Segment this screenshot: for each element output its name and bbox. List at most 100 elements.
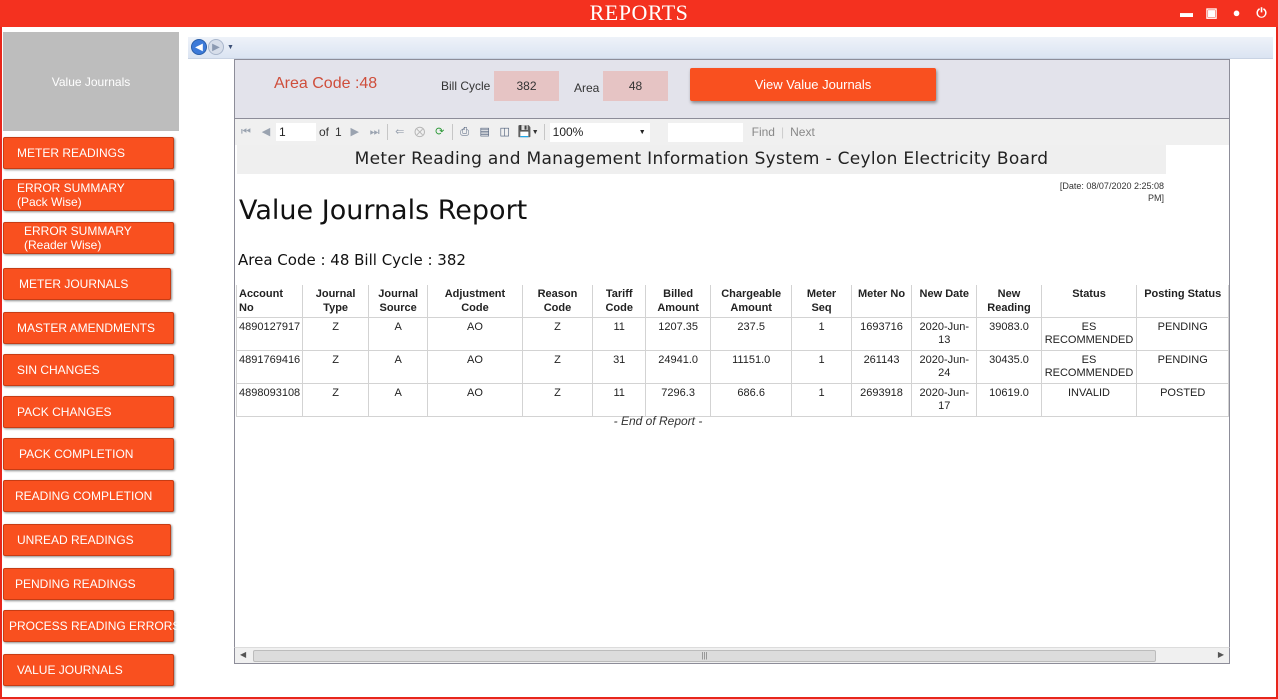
history-dropdown-icon[interactable]: ▼	[227, 44, 234, 51]
cell-tariff-code: 11	[592, 383, 647, 417]
cell-posting-status: PENDING	[1136, 317, 1229, 351]
toolbar-separator	[386, 124, 388, 140]
nav-process-reading-errors[interactable]: PROCESS READING ERRORS	[3, 610, 180, 642]
page-setup-icon[interactable]: ◫	[498, 125, 512, 139]
nav-value-journals[interactable]: VALUE JOURNALS	[3, 654, 174, 686]
window-controls: ▬ ▣ ● ⏻	[1178, 4, 1270, 21]
power-icon[interactable]: ⏻	[1253, 4, 1270, 21]
nav-sin-changes[interactable]: SIN CHANGES	[3, 354, 174, 386]
col-meter-seq: Meter Seq	[791, 285, 852, 318]
find-input[interactable]	[667, 122, 743, 142]
first-page-icon[interactable]: ⏮	[239, 125, 253, 139]
cell-journal-source: A	[368, 383, 429, 417]
user-icon[interactable]: ●	[1228, 4, 1245, 21]
back-arrow-icon[interactable]: ◀	[191, 39, 207, 55]
area-label: Area	[574, 81, 600, 95]
cell-status: ES RECOMMENDED	[1040, 317, 1138, 351]
parameter-panel: Area Code :48 Bill Cycle 382 Area 48 Vie…	[234, 59, 1230, 119]
zoom-select[interactable]: 100% ▼	[549, 122, 650, 142]
total-pages: 1	[335, 125, 342, 139]
cell-meter-seq: 1	[791, 383, 852, 417]
cell-posting-status: POSTED	[1136, 383, 1229, 417]
col-tariff-code: Tariff Code	[592, 285, 647, 318]
nav-master-amendments[interactable]: MASTER AMENDMENTS	[3, 312, 174, 344]
export-dropdown-icon[interactable]: ▼	[532, 129, 539, 136]
cell-reason-code: Z	[521, 317, 594, 351]
nav-meter-journals[interactable]: METER JOURNALS	[3, 268, 171, 300]
stop-icon[interactable]: ⨂	[413, 125, 427, 139]
end-of-report: - End of Report -	[613, 414, 703, 428]
table-row: 4891769416 Z A AO Z 31 24941.0 11151.0 1…	[235, 350, 1229, 384]
history-nav: ◀ ▶ ▼	[191, 39, 234, 55]
nav-pending-readings[interactable]: PENDING READINGS	[3, 568, 174, 600]
view-value-journals-button[interactable]: View Value Journals	[690, 68, 936, 101]
cell-account-no: 4890127917	[235, 317, 304, 351]
window-title: REPORTS	[589, 0, 689, 25]
nav-pack-changes[interactable]: PACK CHANGES	[3, 396, 174, 428]
find-link[interactable]: Find	[752, 125, 775, 139]
print-icon[interactable]: ⎙	[458, 125, 472, 139]
col-status: Status	[1040, 285, 1138, 318]
maximize-icon[interactable]: ▣	[1203, 4, 1220, 21]
col-billed-amount: Billed Amount	[645, 285, 712, 318]
report-header: Meter Reading and Management Information…	[237, 145, 1166, 174]
col-new-reading: New Reading	[976, 285, 1042, 318]
horizontal-scrollbar[interactable]: ◀ ||| ▶	[234, 647, 1230, 664]
next-link[interactable]: Next	[790, 125, 815, 139]
nav-label: PENDING READINGS	[15, 577, 136, 591]
col-adjustment-code: Adjustment Code	[427, 285, 523, 318]
cell-new-reading: 10619.0	[976, 383, 1042, 417]
cell-tariff-code: 31	[592, 350, 647, 384]
cell-journal-type: Z	[302, 317, 370, 351]
last-page-icon[interactable]: ⏭	[368, 125, 382, 139]
col-meter-no: Meter No	[850, 285, 913, 318]
nav-label: PACK COMPLETION	[19, 447, 134, 461]
print-layout-icon[interactable]: ▤	[478, 125, 492, 139]
area-code-label: Area Code :48	[274, 75, 378, 92]
forward-arrow-icon[interactable]: ▶	[208, 39, 224, 55]
find-separator: |	[780, 125, 785, 139]
export-icon[interactable]: 💾	[518, 125, 532, 139]
nav-label: ERROR SUMMARY	[24, 224, 132, 238]
cell-new-date: 2020-Jun-13	[911, 317, 978, 351]
table-row: 4898093108 Z A AO Z 11 7296.3 686.6 1 26…	[235, 383, 1229, 417]
area-field[interactable]: 48	[603, 71, 668, 101]
sidebar-header-label: Value Journals	[51, 74, 131, 89]
refresh-icon[interactable]: ⟳	[433, 125, 447, 139]
cell-new-date: 2020-Jun-17	[911, 383, 978, 417]
zoom-value: 100%	[552, 125, 584, 139]
scroll-right-icon[interactable]: ▶	[1218, 650, 1224, 659]
cell-billed-amount: 24941.0	[645, 350, 712, 384]
nav-label: METER READINGS	[17, 146, 126, 160]
cell-meter-no: 2693918	[850, 383, 913, 417]
cell-new-reading: 39083.0	[976, 317, 1042, 351]
nav-pack-completion[interactable]: PACK COMPLETION	[3, 438, 174, 470]
next-page-icon[interactable]: ▶	[348, 125, 362, 139]
cell-adjustment-code: AO	[427, 383, 523, 417]
back-to-parent-icon[interactable]: ⇐	[393, 125, 407, 139]
cell-status: ES RECOMMENDED	[1040, 350, 1138, 384]
page-number-input[interactable]	[276, 123, 316, 141]
bill-cycle-field[interactable]: 382	[494, 71, 559, 101]
previous-page-icon[interactable]: ◀	[259, 125, 273, 139]
nav-error-summary-reader[interactable]: ERROR SUMMARY (Reader Wise)	[3, 222, 174, 254]
cell-journal-source: A	[368, 317, 429, 351]
zoom-dropdown-icon: ▼	[638, 128, 646, 136]
cell-account-no: 4891769416	[235, 350, 304, 384]
of-label: of	[319, 125, 330, 139]
cell-status: INVALID	[1040, 383, 1138, 417]
nav-reading-completion[interactable]: READING COMPLETION	[3, 480, 174, 512]
scrollbar-thumb[interactable]: |||	[253, 650, 1156, 662]
nav-meter-readings[interactable]: METER READINGS	[3, 137, 174, 169]
scroll-left-icon[interactable]: ◀	[240, 650, 246, 659]
toolbar-separator	[451, 124, 453, 140]
cell-meter-seq: 1	[791, 317, 852, 351]
cell-meter-seq: 1	[791, 350, 852, 384]
nav-error-summary-pack[interactable]: ERROR SUMMARY (Pack Wise)	[3, 179, 174, 211]
cell-posting-status: PENDING	[1136, 350, 1229, 384]
minimize-icon[interactable]: ▬	[1178, 4, 1195, 21]
report-date-line2: PM]	[1147, 193, 1164, 203]
nav-label: MASTER AMENDMENTS	[17, 321, 156, 335]
nav-unread-readings[interactable]: UNREAD READINGS	[3, 524, 171, 556]
cell-journal-type: Z	[302, 383, 370, 417]
